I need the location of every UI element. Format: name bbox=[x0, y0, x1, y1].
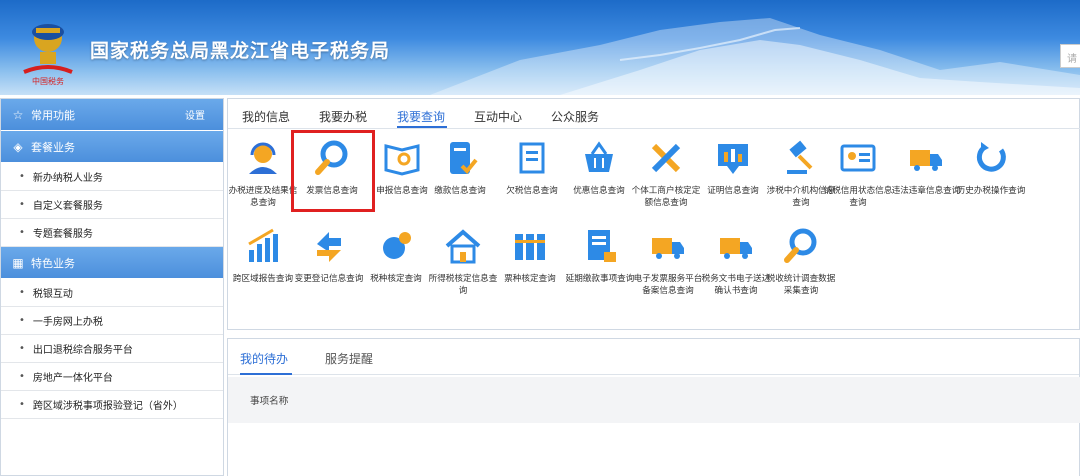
tile-invoice-type-query[interactable]: 票种核定查询 bbox=[494, 226, 566, 285]
sidebar-item[interactable]: • 房地产一体化平台 bbox=[1, 363, 223, 391]
tab-query[interactable]: 我要查询 bbox=[397, 108, 445, 125]
tile-progress-query[interactable]: 办税进度及结果信息查询 bbox=[227, 138, 299, 209]
todo-tabs: 我的待办 服务提醒 bbox=[228, 339, 1079, 375]
tile-tax-type-query[interactable]: 税种核定查询 bbox=[360, 226, 432, 285]
todo-panel: 我的待办 服务提醒 事项名称 bbox=[227, 338, 1080, 476]
basket-icon bbox=[585, 141, 613, 172]
sidebar-section-label: 常用功能 bbox=[31, 108, 75, 122]
payment-doc-icon bbox=[450, 142, 478, 174]
sidebar-item[interactable]: • 税银互动 bbox=[1, 279, 223, 307]
tax-bureau-emblem-icon: 中国税务 bbox=[23, 24, 73, 86]
tile-e-delivery-query[interactable]: 税务文书电子送达确认书查询 bbox=[700, 226, 772, 297]
tile-income-tax-query[interactable]: 所得税核定信息查询 bbox=[427, 226, 499, 297]
sidebar-item[interactable]: • 出口退税综合服务平台 bbox=[1, 335, 223, 363]
star-icon: ☆ bbox=[12, 107, 24, 122]
grid-icon: ▦ bbox=[12, 255, 24, 270]
sidebar-item[interactable]: • 一手房网上办税 bbox=[1, 307, 223, 335]
sidebar-section-special[interactable]: ▦ 特色业务 bbox=[1, 247, 223, 279]
certificate-icon bbox=[718, 144, 748, 174]
active-tab-indicator bbox=[397, 126, 447, 128]
settings-link[interactable]: 设置 bbox=[185, 107, 205, 122]
tile-history-query[interactable]: 历史办税操作查询 bbox=[955, 138, 1027, 197]
tab-interaction[interactable]: 互动中心 bbox=[474, 108, 522, 125]
house-icon bbox=[445, 229, 481, 264]
sidebar-section-package[interactable]: ◈ 套餐业务 bbox=[1, 131, 223, 163]
invoice-truck-icon bbox=[652, 238, 684, 259]
sidebar-section-label: 套餐业务 bbox=[31, 140, 75, 154]
tab-public-service[interactable]: 公众服务 bbox=[551, 108, 599, 125]
sidebar-item[interactable]: • 新办纳税人业务 bbox=[1, 163, 223, 191]
tile-preferential-query[interactable]: 优惠信息查询 bbox=[563, 138, 635, 197]
tile-e-invoice-platform-query[interactable]: 电子发票服务平台备案信息查询 bbox=[632, 226, 704, 297]
sidebar-item[interactable]: • 跨区域涉税事项报验登记（省外） bbox=[1, 391, 223, 419]
site-title: 国家税务总局黑龙江省电子税务局 bbox=[90, 40, 391, 62]
tile-payment-query[interactable]: 缴款信息查询 bbox=[424, 138, 496, 197]
exchange-icon bbox=[317, 232, 341, 262]
history-icon bbox=[976, 142, 1006, 172]
headset-icon bbox=[249, 142, 277, 174]
sidebar-section-common[interactable]: ☆ 常用功能 设置 bbox=[1, 99, 223, 131]
site-header: 中国税务 国家税务总局黑龙江省电子税务局 请 bbox=[0, 0, 1080, 95]
sidebar-item[interactable]: • 专题套餐服务 bbox=[1, 219, 223, 247]
id-card-icon bbox=[840, 144, 876, 172]
gavel-icon bbox=[787, 140, 813, 174]
tile-change-registration-query[interactable]: 变更登记信息查询 bbox=[293, 226, 365, 285]
tools-icon bbox=[651, 143, 681, 173]
main-tabs: 我的信息 我要办税 我要查询 互动中心 公众服务 bbox=[228, 99, 1080, 129]
tab-tax-handling[interactable]: 我要办税 bbox=[319, 108, 367, 125]
todo-table-header: 事项名称 bbox=[228, 377, 1080, 423]
bar-chart-icon bbox=[248, 228, 278, 262]
overdue-doc-icon bbox=[519, 142, 545, 174]
tile-credit-query[interactable]: 纳税信用状态信息查询 bbox=[822, 138, 894, 209]
tile-cross-region-query[interactable]: 跨区域报告查询 bbox=[227, 226, 299, 285]
tile-certificate-query[interactable]: 证明信息查询 bbox=[697, 138, 769, 197]
layers-icon: ◈ bbox=[13, 139, 23, 154]
survey-search-icon bbox=[784, 228, 817, 263]
highlight-box bbox=[291, 130, 375, 212]
sidebar: ☆ 常用功能 设置 ◈ 套餐业务 • 新办纳税人业务 • 自定义套餐服务 • 专题套餐… bbox=[0, 98, 224, 476]
tile-violation-query[interactable]: 违法违章信息查询 bbox=[890, 138, 962, 197]
tile-statistics-survey-query[interactable]: 税收统计调查数据采集查询 bbox=[765, 226, 837, 297]
tab-service-reminder[interactable]: 服务提醒 bbox=[325, 350, 373, 367]
tab-my-todo[interactable]: 我的待办 bbox=[240, 350, 288, 367]
tile-individual-quota-query[interactable]: 个体工商户核定定额信息查询 bbox=[630, 138, 702, 209]
doc-truck-icon bbox=[720, 238, 752, 259]
sidebar-item[interactable]: • 自定义套餐服务 bbox=[1, 191, 223, 219]
tile-overdue-query[interactable]: 欠税信息查询 bbox=[496, 138, 568, 197]
tab-my-info[interactable]: 我的信息 bbox=[242, 108, 290, 125]
search-input[interactable]: 请 bbox=[1060, 44, 1080, 68]
binders-icon bbox=[515, 234, 545, 260]
active-tab-indicator bbox=[240, 373, 292, 375]
deferred-doc-icon bbox=[588, 230, 616, 262]
tile-deferred-payment-query[interactable]: 延期缴款事项查询 bbox=[564, 226, 636, 285]
book-search-icon bbox=[384, 144, 420, 176]
svg-text:中国税务: 中国税务 bbox=[32, 76, 64, 86]
truck-icon bbox=[910, 150, 942, 171]
sidebar-section-label: 特色业务 bbox=[31, 256, 75, 270]
tax-type-icon bbox=[383, 232, 411, 259]
column-header-item-name: 事项名称 bbox=[250, 396, 289, 407]
